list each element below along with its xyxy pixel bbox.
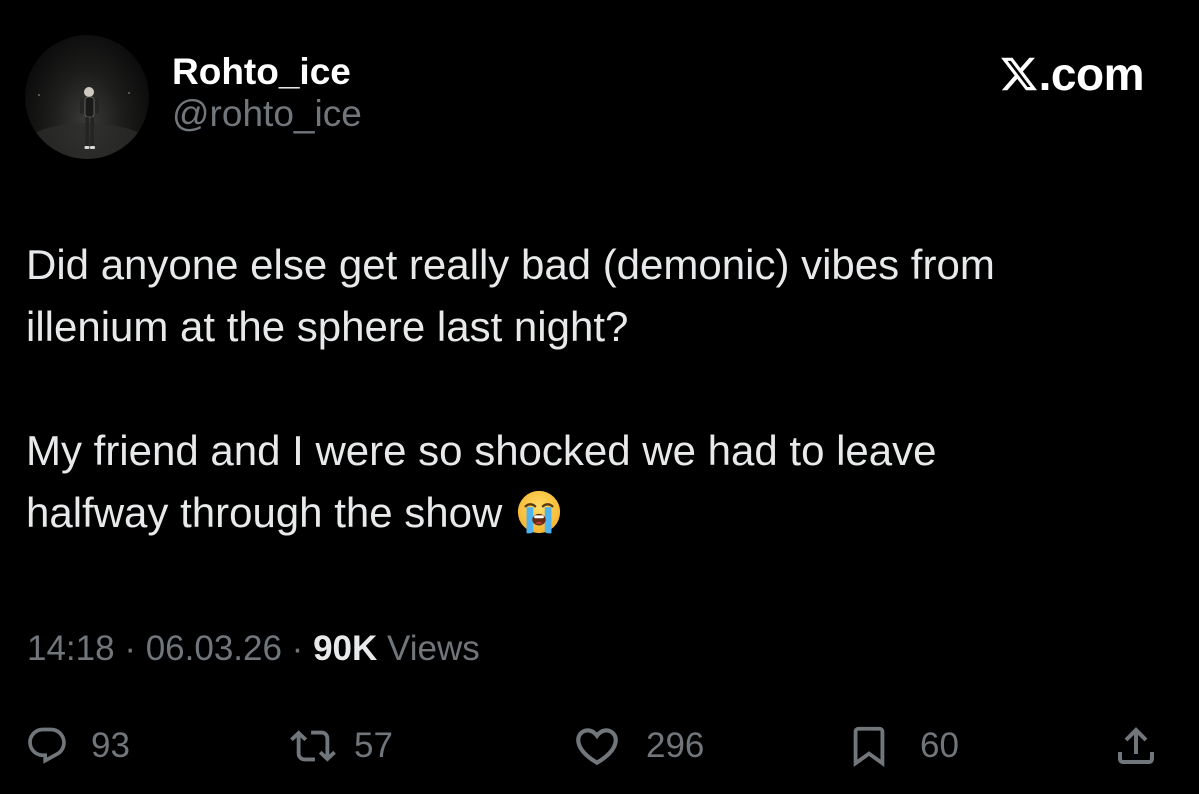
author-info[interactable]: Rohto_ice @rohto_ice bbox=[172, 50, 362, 136]
author-avatar[interactable] bbox=[25, 35, 149, 159]
reply-count: 93 bbox=[91, 726, 130, 765]
x-com-branding: .com bbox=[999, 48, 1145, 100]
meta-separator: · bbox=[114, 629, 146, 668]
tweet-line-with-emoji: halfway through the show bbox=[26, 482, 1176, 544]
repost-button[interactable]: 57 bbox=[290, 718, 393, 774]
share-button[interactable] bbox=[1112, 718, 1160, 774]
tweet-date[interactable]: 06.03.26 bbox=[146, 629, 282, 668]
author-display-name[interactable]: Rohto_ice bbox=[172, 50, 362, 94]
tweet-line: illenium at the sphere last night? bbox=[26, 303, 629, 350]
bookmark-icon bbox=[853, 726, 885, 767]
tweet-actions: 93 57 296 60 bbox=[0, 718, 1199, 774]
x-logo-icon bbox=[1000, 57, 1037, 91]
like-count: 296 bbox=[646, 726, 705, 765]
share-icon bbox=[1118, 727, 1154, 764]
reply-icon bbox=[28, 727, 66, 764]
bookmark-count: 60 bbox=[920, 726, 959, 765]
views-count: 90K bbox=[313, 629, 378, 668]
tweet-meta: 14:18 · 06.03.26 · 90K Views bbox=[27, 625, 480, 673]
brand-text: .com bbox=[1038, 48, 1145, 100]
bookmark-button[interactable]: 60 bbox=[846, 718, 959, 774]
like-button[interactable]: 296 bbox=[572, 718, 704, 774]
tweet-line: Did anyone else get really bad (demonic)… bbox=[26, 241, 995, 288]
repost-count: 57 bbox=[354, 726, 393, 765]
meta-separator: · bbox=[281, 629, 314, 668]
person-standing-at-night-photo bbox=[25, 87, 149, 159]
views-label: Views bbox=[377, 629, 480, 668]
tweet-line: halfway through the show bbox=[26, 489, 503, 536]
loudly-crying-face-emoji bbox=[518, 490, 561, 534]
tweet-text: Did anyone else get really bad (demonic)… bbox=[26, 234, 1176, 544]
heart-icon bbox=[576, 728, 618, 766]
reply-button[interactable]: 93 bbox=[25, 718, 130, 774]
tweet-time[interactable]: 14:18 bbox=[27, 629, 115, 668]
tweet-card: Rohto_ice @rohto_ice .com Did anyone els… bbox=[0, 0, 1199, 794]
repost-icon bbox=[290, 730, 336, 762]
tweet-line: My friend and I were so shocked we had t… bbox=[26, 427, 937, 474]
author-handle[interactable]: @rohto_ice bbox=[172, 92, 362, 136]
